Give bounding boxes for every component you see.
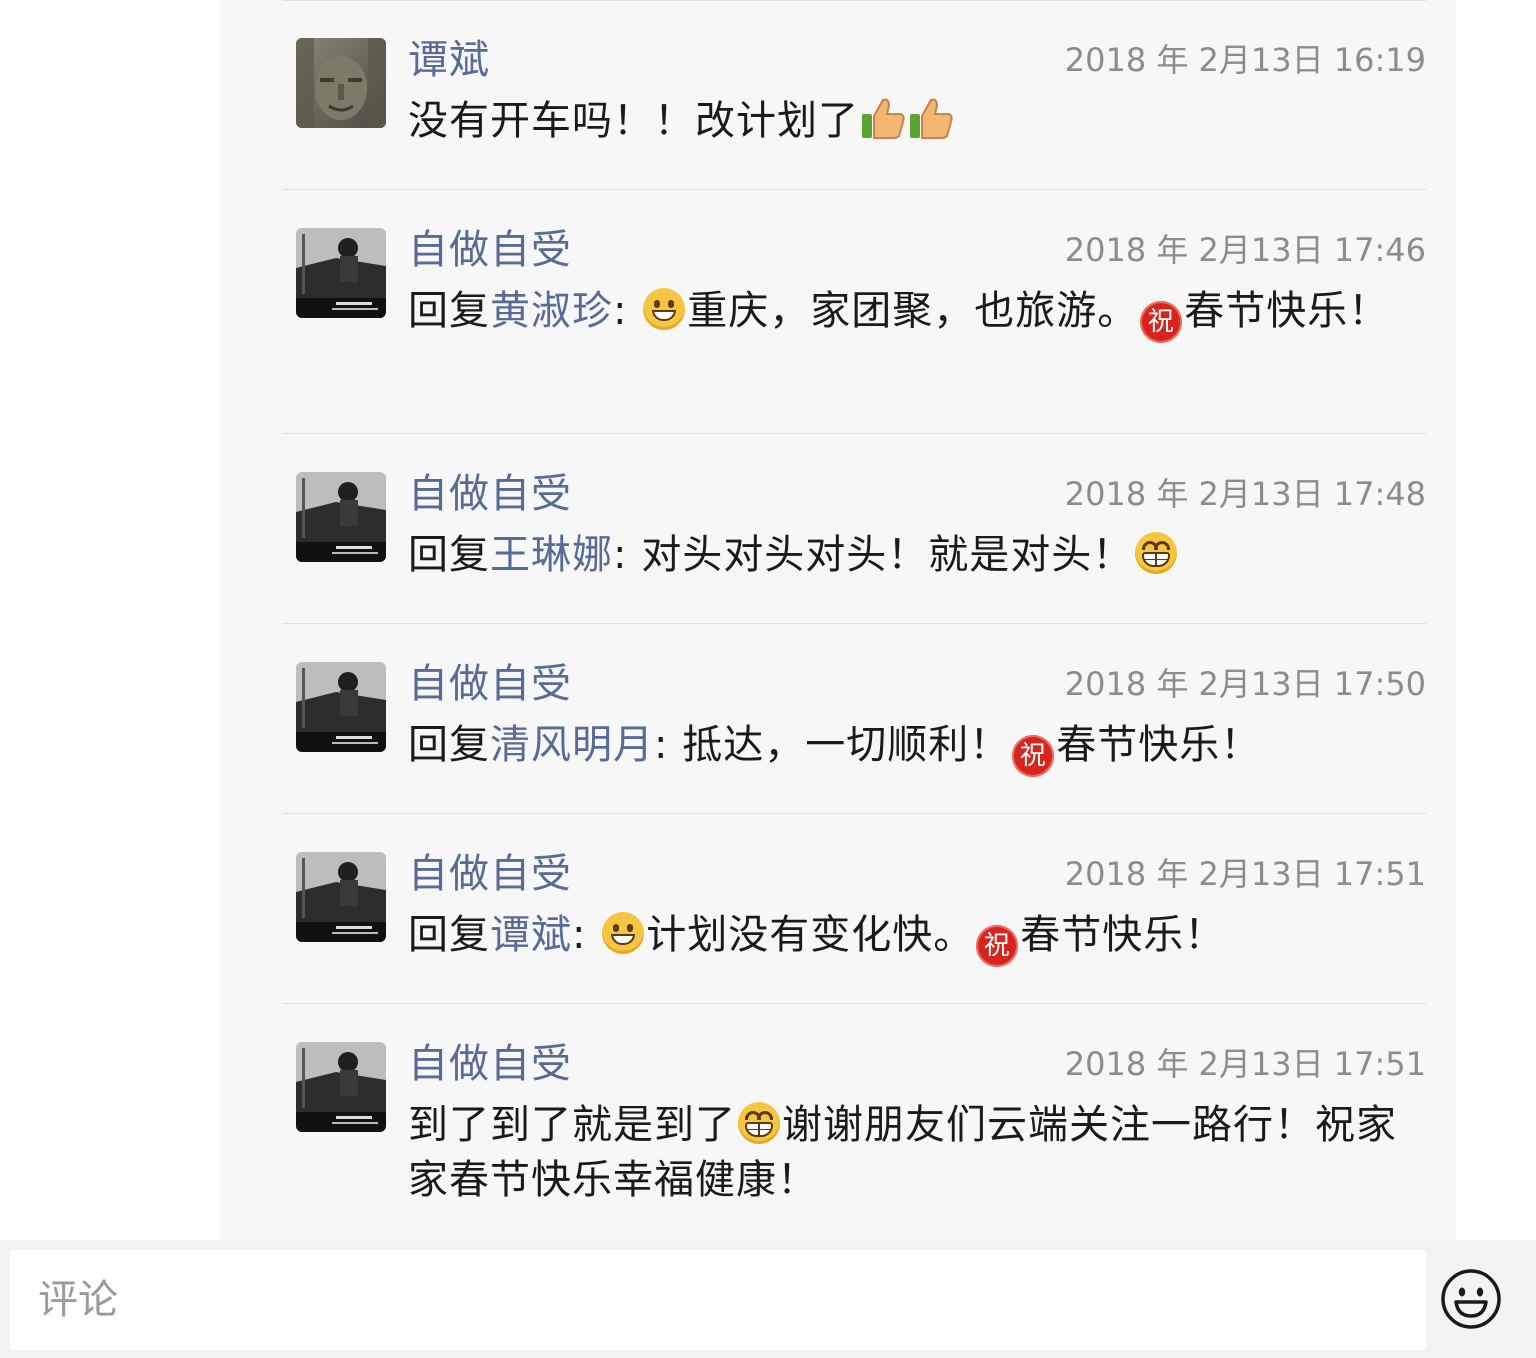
comment-text: 到了到了就是到了 谢谢朋友们云端关注一路行！祝家家春节快乐幸福健康！	[408, 1098, 1418, 1208]
comment-list: 谭斌 2018 年 2月13日 16:19 没有开车吗！！改计划了 自做自受 2…	[220, 0, 1456, 1240]
comment-text: 回复王琳娜: 对头对头对头！就是对头！	[408, 528, 1418, 583]
comment-timestamp: 2018 年 2月13日 17:51	[1064, 855, 1426, 893]
comment-text-part: 抵达，一切顺利！	[668, 722, 1011, 768]
reply-prefix: 回复	[408, 722, 490, 768]
commenter-name[interactable]: 自做自受	[408, 656, 572, 712]
comment-item[interactable]: 自做自受 2018 年 2月13日 17:48 回复王琳娜: 对头对头对头！就是…	[282, 471, 1426, 624]
photo-avatar[interactable]	[296, 852, 386, 942]
smile-emoji-icon	[602, 912, 645, 954]
reply-colon: :	[613, 288, 628, 334]
comment-input[interactable]: 评论	[10, 1250, 1426, 1350]
thumbs-up-icon	[859, 94, 907, 157]
comment-item[interactable]: 谭斌 2018 年 2月13日 16:19 没有开车吗！！改计划了	[282, 37, 1426, 190]
comment-timestamp: 2018 年 2月13日 17:46	[1064, 231, 1426, 269]
reply-to-name[interactable]: 清风明月	[490, 722, 654, 768]
comment-divider	[282, 433, 1426, 434]
comment-text-part: 计划没有变化快。	[646, 912, 975, 958]
comment-text-part: 春节快乐！	[1020, 912, 1226, 958]
comment-text-part: 重庆，家团聚，也旅游。	[687, 288, 1139, 334]
comment-divider	[282, 189, 1426, 190]
stone-face-avatar[interactable]	[296, 38, 386, 128]
comment-text-part: 没有开车吗！！改计划了	[408, 98, 859, 144]
comment-timestamp: 2018 年 2月13日 17:50	[1064, 665, 1426, 703]
reply-colon: :	[654, 722, 669, 768]
reply-colon: :	[613, 532, 628, 578]
smile-emoji-icon	[643, 288, 686, 330]
comment-item[interactable]: 自做自受 2018 年 2月13日 17:46 回复黄淑珍: 重庆，家团聚，也旅…	[282, 227, 1426, 434]
comment-divider	[282, 813, 1426, 814]
comment-item[interactable]: 自做自受 2018 年 2月13日 17:51 回复谭斌: 计划没有变化快。祝春…	[282, 851, 1426, 1004]
commenter-name[interactable]: 自做自受	[408, 222, 572, 278]
commenter-name[interactable]: 谭斌	[408, 32, 490, 88]
reply-to-name[interactable]: 谭斌	[490, 912, 572, 958]
comment-text-part: 春节快乐！	[1056, 722, 1262, 768]
zhu-emoji-icon: 祝	[976, 925, 1019, 967]
comment-timestamp: 2018 年 2月13日 16:19	[1064, 41, 1426, 79]
comment-text-part: 到了到了就是到了	[408, 1102, 736, 1148]
reply-prefix: 回复	[408, 912, 490, 958]
comment-input-bar: 评论	[0, 1240, 1536, 1358]
comment-item[interactable]: 自做自受 2018 年 2月13日 17:51 到了到了就是到了 谢谢朋友们云端关…	[282, 1041, 1426, 1240]
reply-colon: :	[572, 912, 587, 958]
comment-input-placeholder: 评论	[38, 1277, 118, 1323]
photo-avatar[interactable]	[296, 1042, 386, 1132]
photo-avatar[interactable]	[296, 472, 386, 562]
reply-prefix: 回复	[408, 288, 490, 334]
reply-to-name[interactable]: 黄淑珍	[490, 288, 613, 334]
reply-prefix: 回复	[408, 532, 490, 578]
zhu-emoji-icon: 祝	[1012, 735, 1055, 777]
comment-text-part: 对头对头对头！就是对头！	[627, 532, 1134, 578]
commenter-name[interactable]: 自做自受	[408, 1036, 572, 1092]
comment-divider	[282, 1003, 1426, 1004]
zhu-emoji-icon: 祝	[1140, 301, 1183, 343]
photo-avatar[interactable]	[296, 662, 386, 752]
photo-avatar[interactable]	[296, 228, 386, 318]
comment-text: 没有开车吗！！改计划了	[408, 94, 1418, 157]
comment-text: 回复清风明月: 抵达，一切顺利！祝春节快乐！	[408, 718, 1418, 777]
comment-text: 回复黄淑珍: 重庆，家团聚，也旅游。祝春节快乐！	[408, 284, 1418, 343]
commenter-name[interactable]: 自做自受	[408, 846, 572, 902]
grin-emoji-icon	[1135, 532, 1178, 574]
comment-item[interactable]: 自做自受 2018 年 2月13日 17:50 回复清风明月: 抵达，一切顺利！…	[282, 661, 1426, 814]
comment-divider	[282, 623, 1426, 624]
comment-timestamp: 2018 年 2月13日 17:51	[1064, 1045, 1426, 1083]
comment-text: 回复谭斌: 计划没有变化快。祝春节快乐！	[408, 908, 1418, 967]
comment-timestamp: 2018 年 2月13日 17:48	[1064, 475, 1426, 513]
reply-to-name[interactable]: 王琳娜	[490, 532, 613, 578]
commenter-name[interactable]: 自做自受	[408, 466, 572, 522]
smiley-face-icon[interactable]	[1440, 1268, 1502, 1330]
comment-text-part: 春节快乐！	[1184, 288, 1390, 334]
thumbs-up-icon	[907, 94, 955, 157]
grin-emoji-icon	[738, 1102, 780, 1144]
top-divider	[282, 0, 1426, 1]
